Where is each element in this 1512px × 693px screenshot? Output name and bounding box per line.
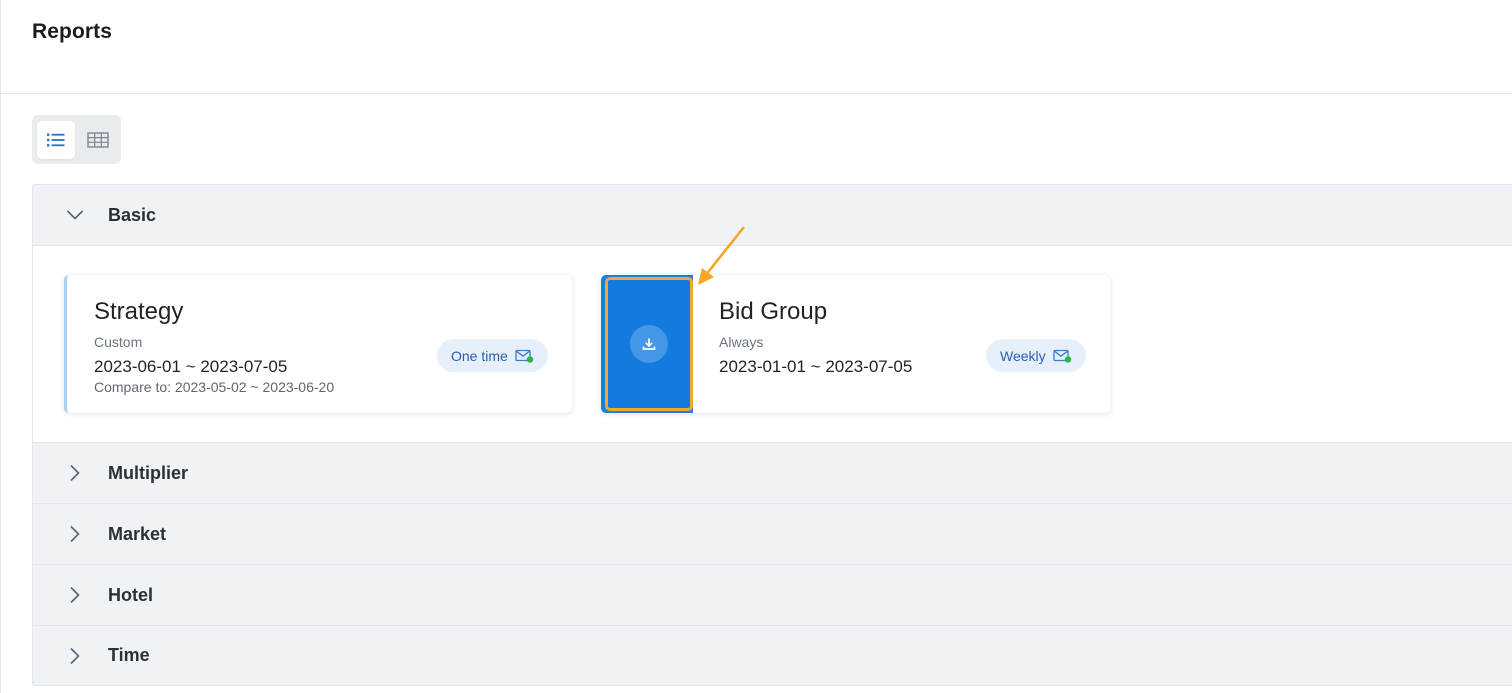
- group-header-basic[interactable]: Basic: [33, 185, 1512, 246]
- list-icon: [47, 133, 65, 146]
- group-header-time[interactable]: Time: [33, 626, 1512, 685]
- report-groups: Basic Strategy Custom 2023-06-01 ~ 2023-…: [32, 184, 1512, 686]
- card-compare-range: Compare to: 2023-05-02 ~ 2023-06-20: [94, 379, 335, 395]
- schedule-badge[interactable]: One time: [437, 339, 548, 372]
- group-label: Market: [108, 523, 167, 544]
- chevron-right-icon: [66, 525, 84, 543]
- card-title: Bid Group: [719, 298, 828, 325]
- report-card-strategy[interactable]: Strategy Custom 2023-06-01 ~ 2023-07-05 …: [64, 275, 572, 413]
- table-view-button[interactable]: [79, 121, 117, 159]
- table-grid-icon: [87, 131, 109, 148]
- view-toggle: [32, 115, 121, 164]
- download-button[interactable]: [605, 277, 693, 411]
- download-icon: [642, 338, 656, 350]
- list-view-button[interactable]: [37, 120, 75, 159]
- group-label: Basic: [108, 204, 157, 225]
- page-title: Reports: [32, 20, 113, 43]
- group-header-market[interactable]: Market: [33, 504, 1512, 565]
- card-title: Strategy: [94, 298, 184, 325]
- group-label: Multiplier: [108, 462, 188, 483]
- mail-check-icon: [1053, 349, 1071, 363]
- chevron-down-icon: [66, 206, 84, 224]
- chevron-right-icon: [66, 647, 84, 665]
- chevron-right-icon: [66, 464, 84, 482]
- group-header-multiplier[interactable]: Multiplier: [33, 443, 1512, 504]
- download-icon-wrap: [630, 325, 668, 363]
- page-header: Reports: [1, 0, 1512, 94]
- group-label: Time: [108, 645, 150, 665]
- chevron-right-icon: [66, 586, 84, 604]
- card-date-range: 2023-06-01 ~ 2023-07-05: [94, 357, 288, 376]
- group-body-basic: Strategy Custom 2023-06-01 ~ 2023-07-05 …: [33, 246, 1512, 443]
- group-label: Hotel: [108, 584, 153, 605]
- group-header-hotel[interactable]: Hotel: [33, 565, 1512, 626]
- schedule-label: One time: [451, 347, 508, 364]
- mail-check-icon: [515, 349, 534, 363]
- card-date-range: 2023-01-01 ~ 2023-07-05: [719, 357, 913, 376]
- report-card-bid-group[interactable]: Bid Group Always 2023-01-01 ~ 2023-07-05…: [601, 275, 1110, 413]
- card-period-type: Always: [719, 334, 764, 350]
- card-period-type: Custom: [94, 334, 143, 350]
- schedule-label: Weekly: [1000, 347, 1046, 364]
- reports-page: Reports Basic Strategy Custom 2023-06-01…: [0, 0, 1512, 693]
- schedule-badge[interactable]: Weekly: [986, 339, 1086, 372]
